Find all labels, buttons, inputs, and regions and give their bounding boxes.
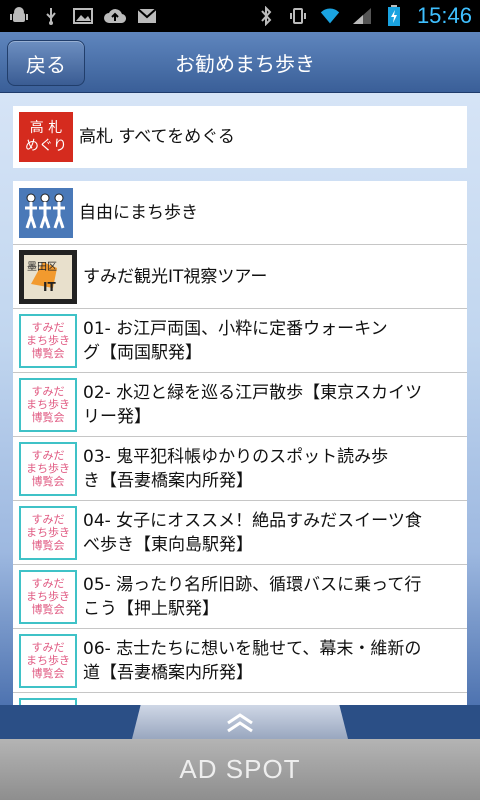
usb-icon <box>40 5 62 27</box>
sumida-expo-logo: すみだ まち歩き 博覧会 <box>19 569 77 624</box>
page-title: お勧めまち歩き <box>175 51 315 76</box>
sumida-expo-logo: すみだ まち歩き 博覧会 <box>19 377 77 432</box>
status-bar: 15:46 <box>0 0 480 32</box>
list-item-label: 02- 水辺と緑を巡る江戸散歩【東京スカイツ リー発】 <box>83 382 423 427</box>
list-item-course-03[interactable]: すみだ まち歩き 博覧会 03- 鬼平犯科帳ゆかりのスポット読み歩 き【吾妻橋案内所発… <box>13 437 467 501</box>
cloud-upload-icon <box>104 5 126 27</box>
walking-people-icon <box>19 187 73 238</box>
bluetooth-icon <box>255 5 277 27</box>
vibrate-icon <box>287 5 309 27</box>
it-thumb-top-text: 墨田区 <box>27 261 57 273</box>
list-item-course-02[interactable]: すみだ まち歩き 博覧会 02- 水辺と緑を巡る江戸散歩【東京スカイツ リー発】 <box>13 373 467 437</box>
list-item-it-tour[interactable]: 墨田区 IT すみだ観光IT視察ツアー <box>13 245 467 309</box>
list-item-label: 高札 すべてをめぐる <box>79 127 235 147</box>
sumida-expo-logo <box>19 697 77 705</box>
content-area: 高 札 めぐり 高札 すべてをめぐる 自由にまち歩き 墨田区 IT すみだ観光I… <box>0 93 480 705</box>
list-item-label: 自由にまち歩き <box>79 202 198 223</box>
sumida-expo-logo: すみだ まち歩き 博覧会 <box>19 441 77 496</box>
list-item-course-05[interactable]: すみだ まち歩き 博覧会 05- 湯ったり名所旧跡、循環バスに乗って行 こう【押上駅発… <box>13 565 467 629</box>
list-item-course-06[interactable]: すみだ まち歩き 博覧会 06- 志士たちに想いを馳せて、幕末・維新の 道【吾妻橋案内… <box>13 629 467 693</box>
list-item-course-04[interactable]: すみだ まち歩き 博覧会 04- 女子にオススメ！絶品すみだスイーツ食 べ歩き【東向島… <box>13 501 467 565</box>
walk-course-list: 自由にまち歩き 墨田区 IT すみだ観光IT視察ツアー すみだ まち歩き 博覧会 0… <box>13 181 467 705</box>
list-item-label: 04- 女子にオススメ！絶品すみだスイーツ食 べ歩き【東向島駅発】 <box>83 510 422 555</box>
signal-icon <box>351 5 373 27</box>
system-icons: 15:46 <box>247 3 480 29</box>
sumida-it-icon: 墨田区 IT <box>19 249 77 304</box>
expand-panel-button[interactable] <box>132 705 348 739</box>
mail-icon <box>136 5 158 27</box>
logo-text-1: 高 札 <box>29 120 63 136</box>
list-item-label: 01- お江戸両国、小粋に定番ウォーキン グ【両国駅発】 <box>83 318 388 363</box>
wifi-icon <box>319 5 341 27</box>
notification-icons <box>0 5 166 27</box>
list-item-course-01[interactable]: すみだ まち歩き 博覧会 01- お江戸両国、小粋に定番ウォーキン グ【両国駅発】 <box>13 309 467 373</box>
list-item-label: すみだ観光IT視察ツアー <box>83 266 268 287</box>
it-thumb-bottom-text: IT <box>43 279 56 294</box>
back-button[interactable]: 戻る <box>7 40 85 86</box>
app-header: お勧めまち歩き 戻る <box>0 32 480 93</box>
sumida-expo-logo: すみだ まち歩き 博覧会 <box>19 505 77 560</box>
list-item-label: 06- 志士たちに想いを馳せて、幕末・維新の 道【吾妻橋案内所発】 <box>83 638 422 683</box>
battery-icon <box>383 5 405 27</box>
logo-text-2: めぐり <box>25 138 67 154</box>
list-item-free-walk[interactable]: 自由にまち歩き <box>13 181 467 245</box>
clock: 15:46 <box>416 3 472 28</box>
chevron-up-icon <box>227 713 253 733</box>
ad-banner[interactable]: AD SPOT <box>0 739 480 800</box>
image-icon <box>72 5 94 27</box>
android-icon <box>8 5 30 27</box>
list-item-takafuda-all[interactable]: 高 札 めぐり 高札 すべてをめぐる <box>13 106 467 168</box>
list-item-label: 03- 鬼平犯科帳ゆかりのスポット読み歩 き【吾妻橋案内所発】 <box>83 446 389 491</box>
list-item-course-07-partial[interactable] <box>13 693 467 705</box>
sumida-expo-logo: すみだ まち歩き 博覧会 <box>19 313 77 368</box>
list-item-label: 05- 湯ったり名所旧跡、循環バスに乗って行 こう【押上駅発】 <box>83 574 422 619</box>
takafuda-logo: 高 札 めぐり <box>19 112 73 162</box>
sumida-expo-logo: すみだ まち歩き 博覧会 <box>19 633 77 688</box>
footer: AD SPOT <box>0 705 480 800</box>
